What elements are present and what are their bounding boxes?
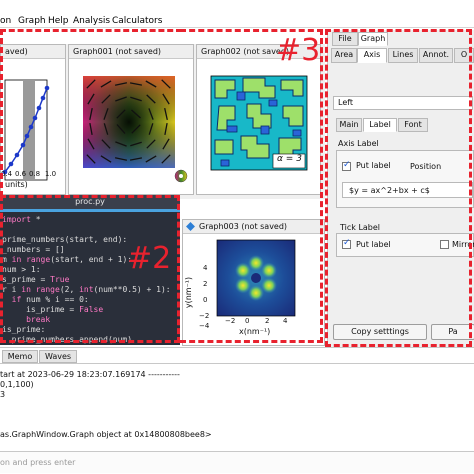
annotation-box-3 — [325, 29, 472, 347]
console-input[interactable]: on and press enter — [0, 451, 474, 473]
menu-item-calculators[interactable]: Calculators — [112, 16, 162, 26]
menu-item-analysis[interactable]: Analysis — [73, 16, 110, 26]
console-panel: Memo Waves tart at 2023-06-29 18:23:07.1… — [0, 347, 474, 474]
tab-memo[interactable]: Memo — [2, 350, 38, 363]
annotation-box-graphs — [180, 29, 323, 343]
console-line: tart at 2023-06-29 18:23:07.169174 -----… — [0, 370, 180, 379]
menu-item-graph[interactable]: Graph — [18, 16, 46, 26]
divider — [0, 363, 474, 364]
menu-item-edition[interactable]: on — [0, 16, 11, 26]
console-line: 0,1,100) — [0, 380, 34, 389]
annotation-box-graphs-left — [0, 29, 182, 197]
tab-waves[interactable]: Waves — [39, 350, 77, 363]
annotation-label-2: #2 — [127, 241, 172, 276]
console-line: as.GraphWindow.Graph object at 0x1480080… — [0, 430, 212, 439]
console-input-placeholder: on and press enter — [0, 458, 76, 467]
annotation-label-3: #3 — [276, 33, 321, 68]
menu-item-help[interactable]: Help — [48, 16, 69, 26]
console-line: 3 — [0, 390, 6, 399]
menu-bar: on Graph Help Analysis Calculators — [0, 0, 474, 28]
